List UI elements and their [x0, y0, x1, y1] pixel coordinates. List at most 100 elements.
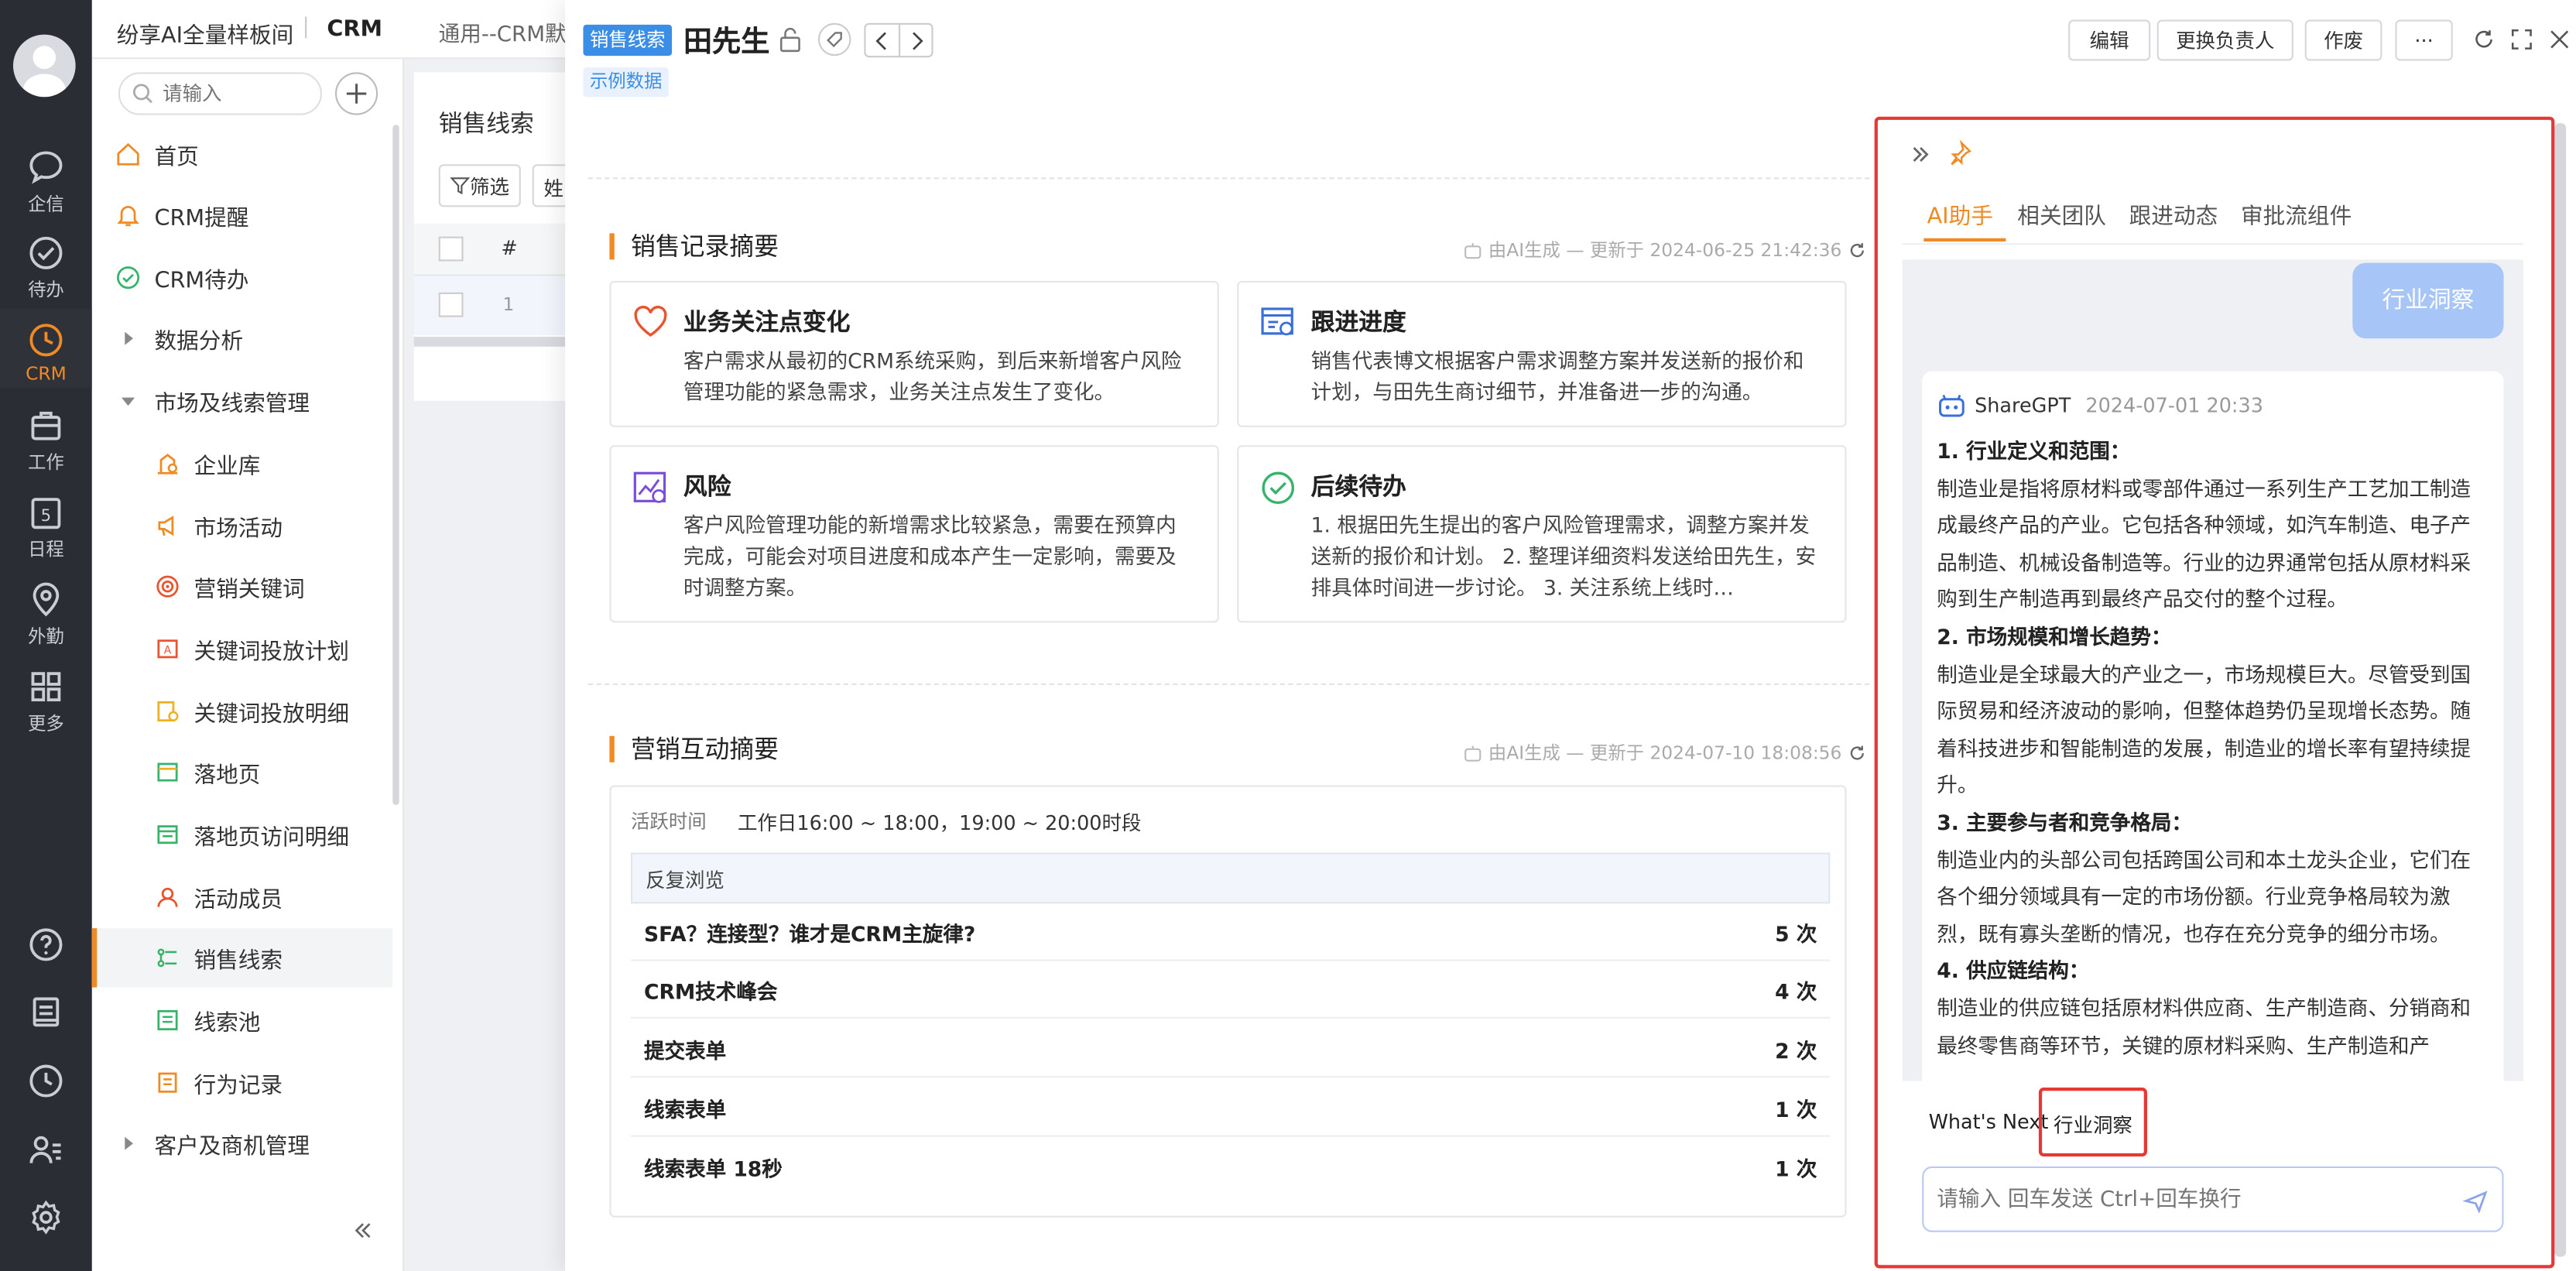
- rail-label: CRM: [26, 363, 67, 385]
- nav-item-sales-leads[interactable]: 销售线索: [91, 928, 393, 988]
- table-scrollbar[interactable]: [413, 337, 579, 347]
- rail-item-todo[interactable]: 待办: [0, 233, 92, 302]
- nav-item-lead-pool[interactable]: 线索池: [92, 991, 392, 1050]
- caret-right-icon: [125, 1136, 133, 1150]
- nav-item-behavior-records[interactable]: 行为记录: [92, 1053, 392, 1112]
- chevron-left-icon: [875, 32, 886, 50]
- svg-text:5: 5: [41, 506, 52, 526]
- close-icon[interactable]: [2548, 28, 2571, 51]
- fullscreen-icon[interactable]: [2510, 28, 2533, 51]
- chevron-right-icon: [913, 32, 923, 50]
- heart-icon: [634, 305, 667, 337]
- caret-right-icon: [125, 331, 133, 345]
- nav-item-keyword-detail[interactable]: 关键词投放明细: [92, 682, 392, 741]
- avatar[interactable]: [12, 34, 76, 98]
- nav-item-market-activity[interactable]: 市场活动: [92, 496, 392, 555]
- nav-item-crm-reminder[interactable]: CRM提醒: [92, 186, 392, 245]
- table-row[interactable]: SFA？连接型？谁才是CRM主旋律? 5 次: [631, 903, 1831, 961]
- card-follow-up: 后续待办 1. 根据田先生提出的客户风险管理需求，调整方案并发送新的报价和计划。…: [1237, 445, 1847, 623]
- plus-icon: [346, 84, 367, 104]
- nav-item-enterprise-lib[interactable]: 企业库: [92, 433, 392, 492]
- nav-item-marketing-keywords[interactable]: 营销关键词: [92, 557, 392, 615]
- prev-record-button[interactable]: [866, 24, 901, 57]
- calendar-icon: 5: [31, 498, 61, 529]
- history-clock-icon[interactable]: [26, 1061, 66, 1101]
- ad-plan-icon: A: [157, 639, 178, 659]
- ai-robot-icon: [1464, 242, 1482, 259]
- tag-button[interactable]: [817, 22, 851, 57]
- rail-item-chat[interactable]: 企信: [0, 148, 92, 217]
- rail-item-work[interactable]: 工作: [0, 406, 92, 474]
- filter-button[interactable]: 筛选: [438, 164, 521, 207]
- nav-item-market-leads[interactable]: 市场及线索管理: [92, 372, 392, 430]
- object-type-tag: 销售线索: [583, 24, 673, 57]
- pool-icon: [157, 1009, 178, 1031]
- table-row[interactable]: 1: [413, 276, 579, 335]
- more-actions-button[interactable]: ···: [2395, 19, 2453, 61]
- member-icon: [157, 887, 178, 907]
- collapse-nav-icon[interactable]: [351, 1219, 375, 1242]
- grid-icon: [31, 672, 61, 702]
- lead-list-page: 销售线索 筛选 姓 # 1: [413, 72, 598, 401]
- rail-item-crm[interactable]: CRM: [0, 309, 92, 388]
- list-page-title: 销售线索: [438, 111, 534, 139]
- card-body: 销售代表博文根据客户需求调整方案并发送新的报价和计划，与田先生商讨细节，并准备进…: [1310, 348, 1804, 405]
- nav-item-data-analysis[interactable]: 数据分析: [92, 309, 392, 368]
- void-button[interactable]: 作废: [2304, 19, 2382, 61]
- home-icon: [117, 142, 139, 166]
- rail-item-more[interactable]: 更多: [0, 667, 92, 736]
- refresh-icon[interactable]: [1848, 241, 1866, 259]
- nav-search-input[interactable]: [163, 82, 311, 105]
- unlock-icon[interactable]: [779, 26, 802, 53]
- card-focus-change: 业务关注点变化 客户需求从最初的CRM系统采购，到后来新增客户风险管理功能的紧急…: [609, 280, 1219, 427]
- table-header-repeat-views: 反复浏览: [631, 852, 1831, 904]
- card-title: 跟进进度: [1310, 310, 1406, 337]
- nav-item-landing-page[interactable]: 落地页: [92, 742, 392, 801]
- select-all-checkbox[interactable]: [438, 236, 464, 262]
- crm-nav: 首页 CRM提醒 CRM待办 数据分析 市场及线索管理 企业库 市场活动 营销关…: [91, 59, 405, 1271]
- table-row[interactable]: 线索表单 18秒 1 次: [631, 1139, 1830, 1196]
- nav-item-landing-visits[interactable]: 落地页访问明细: [92, 805, 392, 864]
- nav-scrollbar[interactable]: [392, 125, 399, 805]
- active-time-value: 工作日16:00 ~ 18:00，19:00 ~ 20:00时段: [737, 811, 1142, 835]
- nav-item-keyword-plan[interactable]: A 关键词投放计划: [92, 619, 392, 678]
- user-list-icon[interactable]: [26, 1130, 66, 1170]
- record-icon: [158, 1072, 177, 1093]
- card-title: 业务关注点变化: [683, 310, 851, 337]
- nav-item-customers-opps[interactable]: 客户及商机管理: [92, 1114, 392, 1173]
- nav-search-box[interactable]: [118, 72, 322, 115]
- refresh-icon[interactable]: [2472, 28, 2496, 51]
- ad-detail-icon: [157, 701, 179, 722]
- caret-down-icon: [122, 397, 135, 406]
- panel-scrollbar[interactable]: [2554, 123, 2567, 1257]
- next-record-button[interactable]: [900, 25, 933, 56]
- ai-robot-icon: [1464, 745, 1482, 761]
- refresh-icon[interactable]: [1848, 743, 1866, 761]
- location-pin-icon: [33, 582, 60, 617]
- notebook-icon[interactable]: [26, 992, 66, 1032]
- landing-visit-icon: [157, 825, 178, 844]
- crm-clock-icon: [29, 324, 63, 357]
- table-row[interactable]: 提交表单 2 次: [631, 1020, 1831, 1078]
- edit-button[interactable]: 编辑: [2068, 19, 2151, 61]
- table-row[interactable]: CRM技术峰会 4 次: [631, 961, 1831, 1019]
- breadcrumb[interactable]: 通用--CRM默: [439, 16, 567, 48]
- svg-text:A: A: [164, 645, 172, 657]
- nav-item-crm-todo[interactable]: CRM待办: [92, 248, 392, 307]
- rail-label: 日程: [28, 539, 64, 560]
- help-icon[interactable]: [26, 925, 66, 964]
- app-name: CRM: [327, 16, 382, 43]
- row-checkbox[interactable]: [438, 292, 464, 317]
- marketing-summary-title: 营销互动摘要: [609, 735, 779, 762]
- nav-item-home[interactable]: 首页: [92, 125, 392, 183]
- card-title: 风险: [683, 474, 731, 502]
- rail-item-calendar[interactable]: 5 日程: [0, 493, 92, 562]
- settings-gear-icon[interactable]: [26, 1197, 66, 1237]
- nav-item-activity-members[interactable]: 活动成员: [92, 868, 392, 927]
- card-body: 客户需求从最初的CRM系统采购，到后来新增客户风险管理功能的紧急需求，业务关注点…: [683, 348, 1182, 405]
- rail-item-field[interactable]: 外勤: [0, 580, 92, 649]
- add-button[interactable]: [334, 72, 379, 115]
- todo-check-icon: [117, 266, 140, 289]
- change-owner-button[interactable]: 更换负责人: [2156, 19, 2293, 61]
- table-row[interactable]: 线索表单 1 次: [631, 1079, 1831, 1137]
